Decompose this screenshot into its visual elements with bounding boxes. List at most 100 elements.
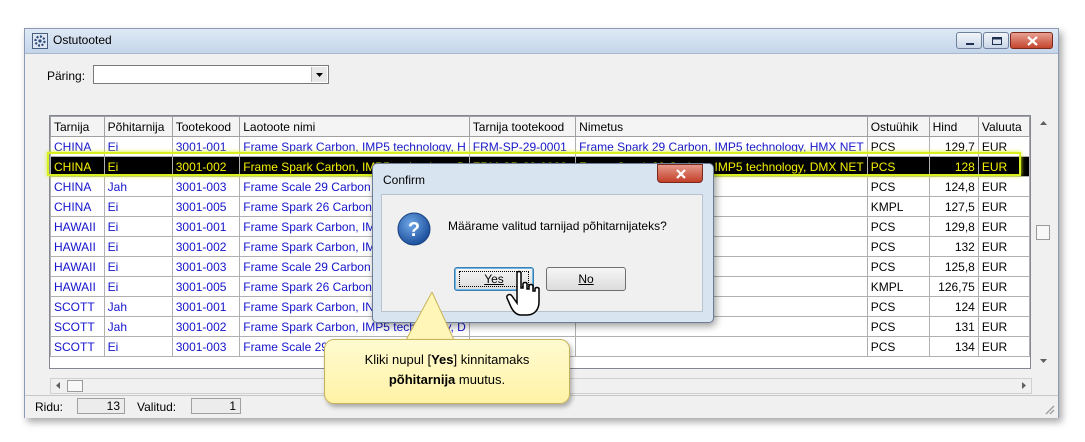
table-cell: SCOTT bbox=[50, 296, 105, 317]
table-cell: 131 bbox=[928, 316, 979, 337]
resize-grip-icon bbox=[1045, 405, 1055, 415]
callout-text-3: muutus. bbox=[455, 372, 506, 387]
vertical-scrollbar[interactable] bbox=[1035, 115, 1052, 369]
table-cell: HAWAII bbox=[50, 236, 105, 257]
table-cell: 124 bbox=[928, 296, 979, 317]
table-cell: EUR bbox=[977, 336, 1030, 357]
no-button[interactable]: No bbox=[546, 267, 626, 291]
no-label: No bbox=[578, 272, 594, 286]
callout-yes-bold: Yes bbox=[431, 352, 454, 367]
scroll-up-icon bbox=[1040, 121, 1047, 125]
table-cell: PCS bbox=[866, 316, 930, 337]
title-bar: Ostutooted bbox=[25, 29, 1058, 54]
maximize-icon bbox=[992, 37, 1002, 45]
table-cell: Ei bbox=[103, 216, 173, 237]
table-cell: SCOTT bbox=[50, 316, 105, 337]
table-cell: PCS bbox=[866, 256, 930, 277]
horizontal-scroll-thumb[interactable] bbox=[67, 380, 83, 392]
table-cell: 3001-001 bbox=[171, 296, 241, 317]
table-cell: 3001-003 bbox=[171, 176, 241, 197]
table-cell: Ei bbox=[103, 336, 173, 357]
query-label: Päring: bbox=[47, 69, 86, 83]
table-cell: 3001-003 bbox=[171, 256, 241, 277]
table-cell: 126,75 bbox=[928, 276, 979, 297]
table-cell: HAWAII bbox=[50, 256, 105, 277]
table-cell: 3001-005 bbox=[171, 276, 241, 297]
table-cell: 132 bbox=[928, 236, 979, 257]
hand-cursor-icon bbox=[506, 270, 540, 316]
table-cell bbox=[575, 336, 868, 357]
table-cell: Jah bbox=[103, 176, 173, 197]
column-header[interactable]: Valuuta bbox=[977, 116, 1030, 137]
table-cell: PCS bbox=[866, 176, 930, 197]
table-cell: EUR bbox=[977, 136, 1030, 157]
column-header[interactable]: Nimetus bbox=[575, 116, 868, 137]
table-cell: CHINA bbox=[50, 176, 105, 197]
dialog-message: Määrame valitud tarnijad põhitarnijateks… bbox=[448, 219, 667, 233]
table-cell: 3001-005 bbox=[171, 196, 241, 217]
scroll-down-icon bbox=[1040, 359, 1047, 363]
minimize-button[interactable] bbox=[956, 32, 982, 49]
close-icon bbox=[1027, 36, 1038, 46]
instruction-callout: Kliki nupul [Yes] kinnitamaks põhitarnij… bbox=[324, 339, 570, 404]
query-select[interactable] bbox=[93, 65, 329, 84]
table-cell: Jah bbox=[103, 316, 173, 337]
table-cell: EUR bbox=[977, 196, 1030, 217]
table-cell: CHINA bbox=[50, 136, 105, 157]
table-cell: PCS bbox=[866, 216, 930, 237]
column-header[interactable]: Ostuühik bbox=[866, 116, 930, 137]
table-cell: Ei bbox=[103, 196, 173, 217]
table-cell: PCS bbox=[866, 156, 930, 177]
table-cell: Frame Spark Carbon, IMP5 technology, H bbox=[239, 136, 470, 157]
table-cell: HAWAII bbox=[50, 216, 105, 237]
table-cell: KMPL bbox=[866, 196, 930, 217]
table-cell: 3001-001 bbox=[171, 216, 241, 237]
table-cell: EUR bbox=[977, 316, 1030, 337]
callout-text-1: Kliki nupul [ bbox=[364, 352, 432, 367]
rows-count-value: 13 bbox=[77, 398, 125, 414]
table-cell: EUR bbox=[977, 296, 1030, 317]
table-cell: EUR bbox=[977, 256, 1030, 277]
maximize-button[interactable] bbox=[983, 32, 1009, 49]
minimize-icon bbox=[966, 43, 974, 45]
table-cell: EUR bbox=[977, 216, 1030, 237]
chevron-down-icon bbox=[316, 73, 323, 77]
table-cell: PCS bbox=[866, 236, 930, 257]
table-cell: EUR bbox=[977, 276, 1030, 297]
close-button[interactable] bbox=[1010, 32, 1053, 49]
rows-count-label: Ridu: bbox=[35, 400, 64, 414]
table-cell: 125,8 bbox=[928, 256, 979, 277]
table-cell: 3001-002 bbox=[171, 156, 241, 177]
dialog-close-button[interactable] bbox=[657, 164, 703, 183]
table-cell: PCS bbox=[866, 136, 930, 157]
selected-count-value: 1 bbox=[191, 398, 241, 414]
table-cell: 124,8 bbox=[928, 176, 979, 197]
table-cell: 3001-002 bbox=[171, 236, 241, 257]
table-cell: Ei bbox=[103, 256, 173, 277]
table-cell: 129,8 bbox=[928, 216, 979, 237]
scroll-left-icon bbox=[56, 382, 60, 389]
column-header[interactable]: Tarnija tootekood bbox=[468, 116, 577, 137]
vertical-scroll-thumb[interactable] bbox=[1036, 225, 1050, 240]
table-cell: 128 bbox=[928, 156, 979, 177]
table-cell: PCS bbox=[866, 296, 930, 317]
table-row[interactable]: CHINA Ei 3001-001 Frame Spark Carbon, IMP5 … bbox=[50, 136, 1030, 157]
table-cell: EUR bbox=[977, 176, 1030, 197]
column-header[interactable]: Hind bbox=[928, 116, 979, 137]
table-cell: 3001-003 bbox=[171, 336, 241, 357]
callout-text-2: ] kinnitamaks bbox=[453, 352, 530, 367]
column-header[interactable]: Tootekood bbox=[171, 116, 241, 137]
scroll-right-icon bbox=[1022, 382, 1026, 389]
callout-pointer bbox=[405, 292, 455, 341]
table-cell: HAWAII bbox=[50, 276, 105, 297]
dropdown-button[interactable] bbox=[311, 67, 327, 82]
table-cell: PCS bbox=[866, 336, 930, 357]
selected-count-label: Valitud: bbox=[137, 400, 177, 414]
table-cell: Frame Spark 29 Carbon, IMP5 technology, … bbox=[575, 136, 868, 157]
table-cell: FRM-SP-29-0001 bbox=[468, 136, 577, 157]
column-header[interactable]: Laotoote nimi bbox=[239, 116, 470, 137]
column-header[interactable]: Põhitarnija bbox=[103, 116, 173, 137]
column-header[interactable]: Tarnija bbox=[50, 116, 105, 137]
table-cell: EUR bbox=[977, 236, 1030, 257]
table-cell: 127,5 bbox=[928, 196, 979, 217]
